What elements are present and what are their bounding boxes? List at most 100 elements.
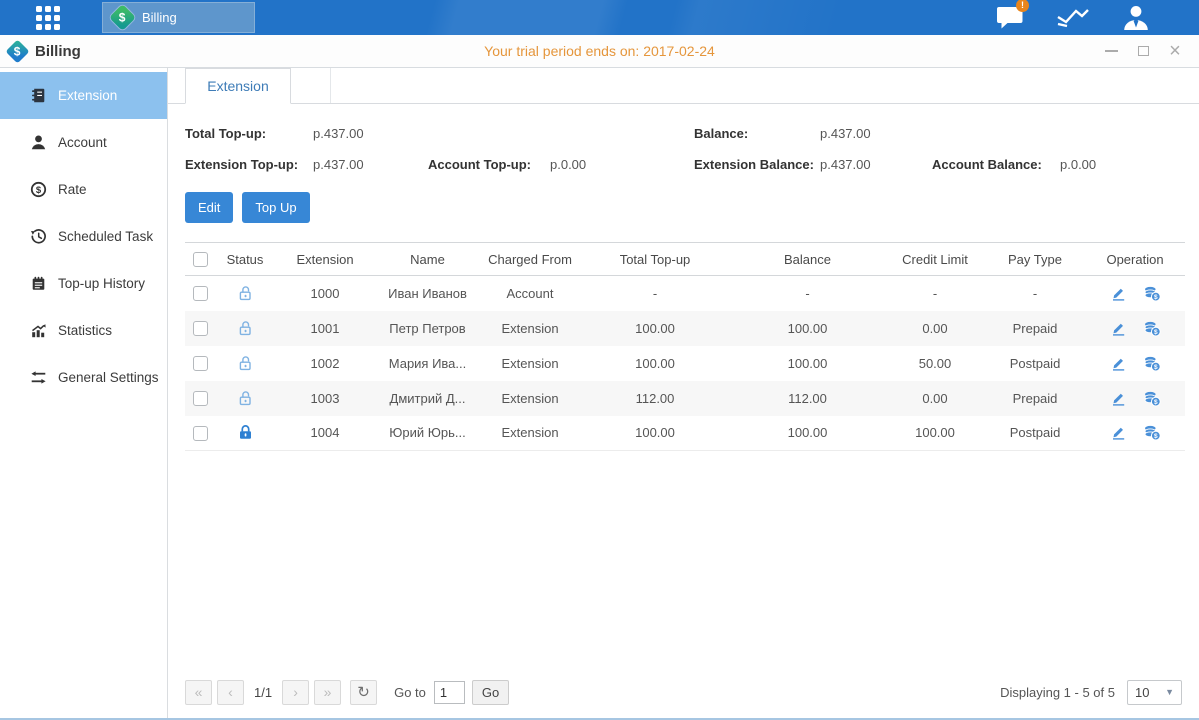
next-page-button[interactable]: ›	[282, 680, 309, 705]
minimize-button[interactable]	[1103, 43, 1119, 59]
cell-charged-from: Extension	[480, 416, 580, 451]
row-checkbox[interactable]	[193, 426, 208, 441]
last-page-button[interactable]: »	[314, 680, 341, 705]
cell-pay-type: -	[985, 276, 1085, 311]
first-page-button[interactable]: «	[185, 680, 212, 705]
sidebar-item-label: Rate	[58, 182, 87, 197]
cell-total-topup: 112.00	[580, 381, 730, 416]
row-checkbox[interactable]	[193, 356, 208, 371]
sidebar-item-scheduled-task[interactable]: Scheduled Task	[0, 213, 167, 260]
svg-text:$: $	[1153, 363, 1157, 370]
transfer-arrows-icon	[30, 369, 47, 386]
sidebar-item-statistics[interactable]: Statistics	[0, 307, 167, 354]
column-header-total-topup[interactable]: Total Top-up	[580, 243, 730, 276]
topup-icon[interactable]: $	[1143, 320, 1161, 337]
messages-icon[interactable]: !	[993, 5, 1027, 31]
cell-name: Петр Петров	[375, 311, 480, 346]
paging-toolbar: « ‹ 1/1 › » ↻ Go to Go Displaying 1 - 5 …	[185, 674, 1185, 710]
edit-icon[interactable]	[1110, 320, 1127, 337]
column-header-status[interactable]: Status	[215, 243, 275, 276]
column-header-extension[interactable]: Extension	[275, 243, 375, 276]
cell-balance: 100.00	[730, 416, 885, 451]
column-header-credit-limit[interactable]: Credit Limit	[885, 243, 985, 276]
refresh-icon[interactable]: ↻	[350, 680, 377, 705]
notepad-icon	[30, 275, 47, 292]
edit-icon[interactable]	[1110, 390, 1127, 407]
screen: $ Billing !	[0, 0, 1199, 720]
prev-page-button[interactable]: ‹	[217, 680, 244, 705]
balance-label: Balance:	[694, 126, 820, 141]
user-icon[interactable]	[1119, 5, 1153, 31]
notification-badge: !	[1016, 0, 1029, 12]
cell-extension: 1001	[275, 311, 375, 346]
cell-name: Юрий Юрь...	[375, 416, 480, 451]
sidebar-item-label: Top-up History	[58, 276, 145, 291]
sidebar-item-general-settings[interactable]: General Settings	[0, 354, 167, 401]
page-size-select[interactable]: 10 ▼	[1127, 680, 1182, 705]
sidebar-item-label: General Settings	[58, 370, 159, 385]
row-checkbox[interactable]	[193, 391, 208, 406]
app-launcher-icon[interactable]	[36, 6, 60, 30]
extensions-table: Status Extension Name Charged From Total…	[185, 242, 1185, 451]
table-row[interactable]: 1000 Иван Иванов Account - - - -	[185, 276, 1185, 311]
svg-text:$: $	[1153, 294, 1157, 301]
taskbar-item-billing[interactable]: $ Billing	[102, 2, 255, 33]
billing-window-icon: $	[5, 39, 29, 63]
sidebar-item-extension[interactable]: Extension	[0, 72, 167, 119]
trial-notice: Your trial period ends on: 2017-02-24	[484, 43, 715, 59]
sidebar-item-rate[interactable]: $ Rate	[0, 166, 167, 213]
cell-name: Дмитрий Д...	[375, 381, 480, 416]
cell-total-topup: 100.00	[580, 311, 730, 346]
cell-balance: -	[730, 276, 885, 311]
page-indicator: 1/1	[254, 685, 272, 700]
lock-closed-icon	[237, 424, 254, 441]
row-checkbox[interactable]	[193, 321, 208, 336]
table-row[interactable]: 1002 Мария Ива... Extension 100.00 100.0…	[185, 346, 1185, 381]
topup-icon[interactable]: $	[1143, 285, 1161, 302]
tab-extension[interactable]: Extension	[185, 68, 291, 104]
table-body: 1000 Иван Иванов Account - - - -	[185, 276, 1185, 451]
extension-balance-label: Extension Balance:	[694, 157, 820, 172]
column-header-pay-type[interactable]: Pay Type	[985, 243, 1085, 276]
table-row[interactable]: 1003 Дмитрий Д... Extension 112.00 112.0…	[185, 381, 1185, 416]
tab-strip: Extension	[168, 68, 1199, 104]
column-header-name[interactable]: Name	[375, 243, 480, 276]
tab-strip-divider	[291, 68, 331, 103]
account-balance-label: Account Balance:	[932, 157, 1060, 172]
maximize-button[interactable]	[1135, 43, 1151, 59]
extension-topup-label: Extension Top-up:	[185, 157, 313, 172]
topup-button[interactable]: Top Up	[242, 192, 309, 223]
edit-icon[interactable]	[1110, 285, 1127, 302]
column-header-balance[interactable]: Balance	[730, 243, 885, 276]
cell-credit-limit: -	[885, 276, 985, 311]
close-button[interactable]: ×	[1167, 43, 1183, 59]
page-size-value: 10	[1135, 685, 1149, 700]
cell-name: Мария Ива...	[375, 346, 480, 381]
column-header-charged-from[interactable]: Charged From	[480, 243, 580, 276]
window-title: Billing	[35, 43, 81, 60]
sidebar-item-label: Account	[58, 135, 107, 150]
sidebar-item-account[interactable]: Account	[0, 119, 167, 166]
paging-right: Displaying 1 - 5 of 5 10 ▼	[1000, 680, 1185, 705]
topup-icon[interactable]: $	[1143, 355, 1161, 372]
go-button[interactable]: Go	[472, 680, 509, 705]
edit-icon[interactable]	[1110, 424, 1127, 441]
extension-tab-content: Total Top-up: p.437.00 Balance: p.437.00…	[168, 104, 1199, 718]
cell-pay-type: Prepaid	[985, 311, 1085, 346]
table-row[interactable]: 1004 Юрий Юрь... Extension 100.00 100.00…	[185, 416, 1185, 451]
cell-extension: 1002	[275, 346, 375, 381]
resource-monitor-icon[interactable]	[1056, 5, 1090, 31]
goto-page-input[interactable]	[434, 681, 465, 704]
sidebar-item-label: Statistics	[58, 323, 112, 338]
topup-icon[interactable]: $	[1143, 390, 1161, 407]
table-row[interactable]: 1001 Петр Петров Extension 100.00 100.00…	[185, 311, 1185, 346]
row-checkbox[interactable]	[193, 286, 208, 301]
edit-button[interactable]: Edit	[185, 192, 233, 223]
sidebar-item-topup-history[interactable]: Top-up History	[0, 260, 167, 307]
sidebar: Extension Account $ Rate	[0, 68, 168, 718]
topup-icon[interactable]: $	[1143, 424, 1161, 441]
cell-pay-type: Postpaid	[985, 416, 1085, 451]
select-all-checkbox[interactable]	[193, 252, 208, 267]
column-header-operation: Operation	[1085, 243, 1185, 276]
edit-icon[interactable]	[1110, 355, 1127, 372]
